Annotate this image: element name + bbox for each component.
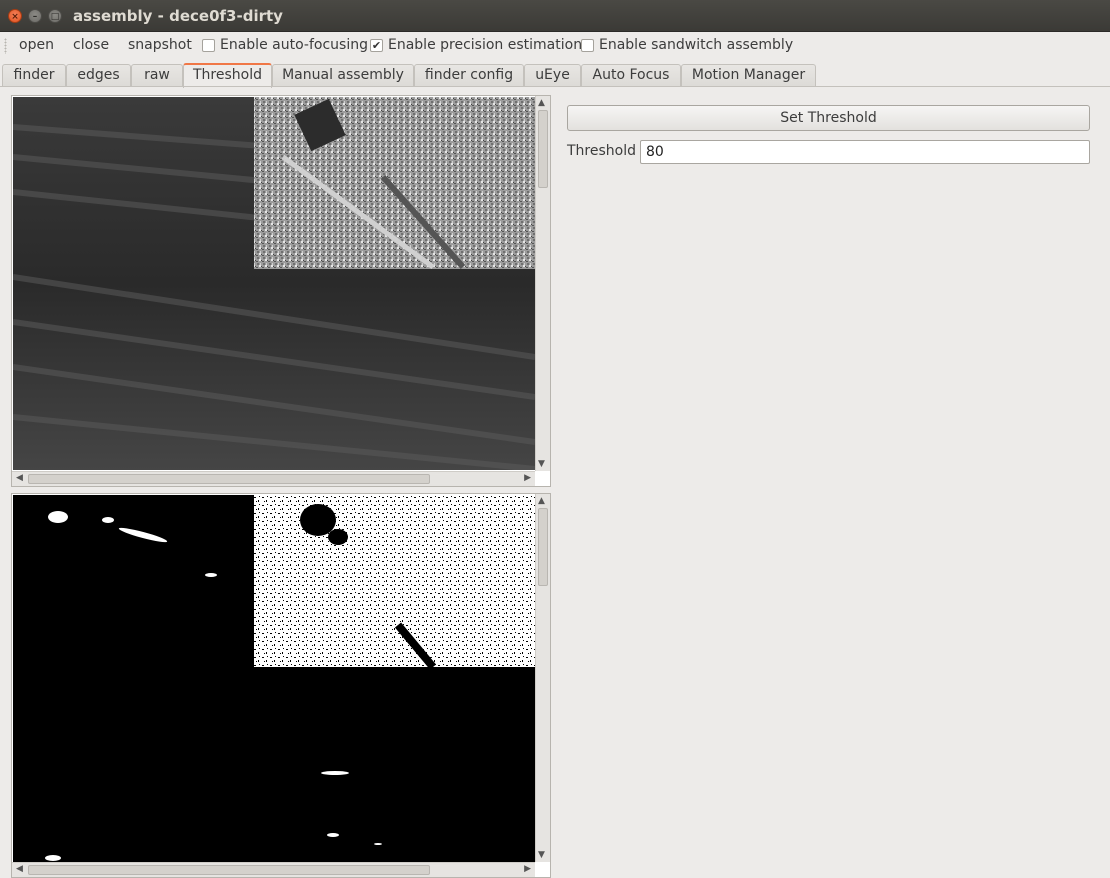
raw-view-vertical-scrollbar[interactable]: ▲ ▼	[535, 96, 550, 471]
tab-pane-border	[0, 86, 1110, 87]
snapshot-button[interactable]: snapshot	[128, 37, 192, 53]
scroll-down-arrow-icon[interactable]: ▼	[538, 850, 545, 860]
precision-checkbox[interactable]: ✔	[370, 39, 383, 52]
tab-edges[interactable]: edges	[66, 64, 131, 87]
raw-image-view[interactable]: ▲ ▼ ◀ ▶	[11, 95, 551, 487]
sandwich-label[interactable]: Enable sandwitch assembly	[599, 37, 793, 53]
camera-image	[13, 97, 535, 470]
sandwich-checkbox[interactable]	[581, 39, 594, 52]
scroll-thumb[interactable]	[28, 865, 430, 875]
title-bar: × – □ assembly - dece0f3-dirty	[0, 0, 1110, 32]
tab-ueye[interactable]: uEye	[524, 64, 581, 87]
scroll-right-arrow-icon[interactable]: ▶	[524, 473, 531, 483]
threshold-image-view[interactable]: ▲ ▼ ◀ ▶	[11, 493, 551, 878]
raw-view-horizontal-scrollbar[interactable]: ◀ ▶	[12, 471, 535, 486]
tab-motion-manager[interactable]: Motion Manager	[681, 64, 816, 87]
toolbar-grip-icon[interactable]	[4, 38, 7, 54]
scroll-left-arrow-icon[interactable]: ◀	[16, 473, 23, 483]
maximize-window-icon[interactable]: □	[48, 9, 62, 23]
tab-finder[interactable]: finder	[2, 64, 66, 87]
close-window-icon[interactable]: ×	[8, 9, 22, 23]
autofocus-checkbox[interactable]	[202, 39, 215, 52]
precision-label[interactable]: Enable precision estimation	[388, 37, 582, 53]
scroll-thumb[interactable]	[538, 508, 548, 586]
tab-auto-focus[interactable]: Auto Focus	[581, 64, 681, 87]
tab-finder-config[interactable]: finder config	[414, 64, 524, 87]
scroll-right-arrow-icon[interactable]: ▶	[524, 864, 531, 874]
scroll-thumb[interactable]	[538, 110, 548, 188]
threshold-input[interactable]: 80	[640, 140, 1090, 164]
tab-threshold[interactable]: Threshold	[183, 63, 272, 88]
tab-bar: finder edges raw Threshold Manual assemb…	[0, 63, 1110, 88]
scroll-up-arrow-icon[interactable]: ▲	[538, 98, 545, 108]
close-button[interactable]: close	[73, 37, 109, 53]
scroll-thumb[interactable]	[28, 474, 430, 484]
threshold-label: Threshold	[567, 143, 636, 159]
toolbar: open close snapshot Enable auto-focusing…	[0, 32, 1110, 60]
tab-manual-assembly[interactable]: Manual assembly	[272, 64, 414, 87]
open-button[interactable]: open	[19, 37, 54, 53]
window-title: assembly - dece0f3-dirty	[73, 7, 283, 25]
scroll-left-arrow-icon[interactable]: ◀	[16, 864, 23, 874]
threshold-image	[13, 495, 535, 868]
scroll-down-arrow-icon[interactable]: ▼	[538, 459, 545, 469]
minimize-window-icon[interactable]: –	[28, 9, 42, 23]
threshold-view-vertical-scrollbar[interactable]: ▲ ▼	[535, 494, 550, 862]
scroll-up-arrow-icon[interactable]: ▲	[538, 496, 545, 506]
set-threshold-button[interactable]: Set Threshold	[567, 105, 1090, 131]
autofocus-label[interactable]: Enable auto-focusing	[220, 37, 368, 53]
threshold-view-horizontal-scrollbar[interactable]: ◀ ▶	[12, 862, 535, 877]
tab-raw[interactable]: raw	[131, 64, 183, 87]
